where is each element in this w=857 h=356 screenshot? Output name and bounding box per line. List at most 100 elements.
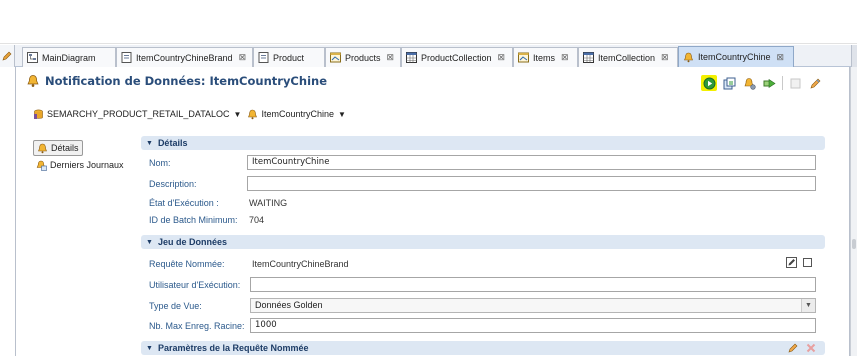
toolbar-separator xyxy=(782,76,783,90)
bell-icon xyxy=(684,52,693,62)
tab-maindiagram[interactable]: MainDiagram xyxy=(22,47,116,67)
breadcrumb: SEMARCHY_PRODUCT_RETAIL_DATALOC ▼ ItemCo… xyxy=(33,107,352,121)
vertical-scrollbar[interactable] xyxy=(850,67,857,356)
chevron-down-icon[interactable]: ▼ xyxy=(234,110,242,119)
edit-button[interactable] xyxy=(807,75,823,91)
section-title: Paramètres de la Requête Nommée xyxy=(157,343,309,353)
execution-state-value: WAITING xyxy=(249,198,288,208)
name-field[interactable]: ItemCountryChine xyxy=(247,155,816,170)
editor-title: Notification de Données: ItemCountryChin… xyxy=(26,72,327,90)
edit-icon xyxy=(810,78,820,88)
close-icon[interactable]: ⊠ xyxy=(561,52,569,63)
view-type-select[interactable]: Données Golden ▼ xyxy=(250,298,816,313)
entity-icon xyxy=(121,52,132,63)
clear-query-icon[interactable] xyxy=(803,258,812,267)
table-icon xyxy=(583,52,594,63)
close-icon[interactable]: ⊠ xyxy=(387,52,395,63)
collapse-arrow-icon[interactable]: ▼ xyxy=(146,345,153,352)
edit-query-icon[interactable] xyxy=(786,257,797,268)
scrollbar-thumb[interactable] xyxy=(852,239,856,249)
tab-product[interactable]: Product xyxy=(253,47,325,67)
edit-pencil-icon xyxy=(2,51,12,61)
notification-editor: Notification de Données: ItemCountryChin… xyxy=(15,67,850,356)
tab-productcollection[interactable]: ProductCollection ⊠ xyxy=(401,47,513,67)
editor-title-text: Notification de Données: ItemCountryChin… xyxy=(45,74,327,88)
tab-items[interactable]: Items ⊠ xyxy=(513,47,578,67)
top-blank-area xyxy=(0,0,857,44)
notification-settings-button[interactable] xyxy=(741,75,757,91)
forward-icon xyxy=(763,78,776,88)
tab-label: ItemCountryChine xyxy=(698,52,771,62)
section-header-dataset[interactable]: ▼ Jeu de Données xyxy=(141,235,825,249)
entity-icon xyxy=(258,52,269,63)
min-batch-id-value: 704 xyxy=(249,215,265,225)
nav-item-latest-logs[interactable]: Derniers Journaux xyxy=(33,157,133,173)
name-label: Nom: xyxy=(149,158,171,168)
export-icon xyxy=(723,77,735,89)
table-icon xyxy=(406,52,417,63)
chevron-down-icon[interactable]: ▼ xyxy=(338,110,346,119)
nav-item-details[interactable]: Détails xyxy=(33,140,83,156)
collapse-arrow-icon[interactable]: ▼ xyxy=(146,140,153,147)
section-nav: Détails Derniers Journaux xyxy=(33,140,133,174)
view-type-value: Données Golden xyxy=(255,300,323,310)
tab-label: MainDiagram xyxy=(42,52,96,63)
diagram-icon xyxy=(27,52,38,63)
tab-label: Product xyxy=(273,52,305,63)
bell-log-icon xyxy=(36,160,47,171)
tab-label: ItemCollection xyxy=(598,52,656,63)
description-label: Description: xyxy=(149,179,197,189)
add-param-button[interactable] xyxy=(787,342,799,354)
collection-icon xyxy=(518,52,529,63)
forward-button[interactable] xyxy=(761,75,777,91)
bell-icon xyxy=(38,143,47,153)
tab-label: Items xyxy=(533,52,556,63)
max-root-records-label: Nb. Max Enreg. Racine: xyxy=(149,321,245,331)
chevron-down-icon[interactable]: ▼ xyxy=(801,299,815,312)
close-icon[interactable]: ⊠ xyxy=(498,52,506,63)
tab-itemcountrychinebrand[interactable]: ItemCountryChineBrand ⊠ xyxy=(116,47,253,67)
section-header-query-params[interactable]: ▼ Paramètres de la Requête Nommée xyxy=(141,341,825,355)
named-query-value[interactable]: ItemCountryChineBrand xyxy=(252,259,349,269)
min-batch-id-label: ID de Batch Minimum: xyxy=(149,215,238,225)
delete-icon xyxy=(806,343,816,353)
tab-label: ProductCollection xyxy=(421,52,492,63)
export-button[interactable] xyxy=(721,75,737,91)
tab-label: Products xyxy=(345,52,381,63)
max-root-records-field[interactable]: 1000 xyxy=(250,318,816,333)
bell-icon xyxy=(27,75,39,87)
section-header-details[interactable]: ▼ Détails xyxy=(141,136,825,150)
section-title: Jeu de Données xyxy=(157,237,227,247)
tab-products[interactable]: Products ⊠ xyxy=(325,47,401,67)
run-button[interactable] xyxy=(701,75,717,91)
execution-user-label: Utilisateur d'Exécution: xyxy=(149,280,241,290)
collection-icon xyxy=(330,52,341,63)
nav-item-label: Derniers Journaux xyxy=(50,160,124,170)
close-icon[interactable]: ⊠ xyxy=(777,52,785,63)
run-icon xyxy=(703,77,715,89)
disabled-icon xyxy=(790,78,800,88)
right-panel-stub xyxy=(851,45,857,67)
section-title: Détails xyxy=(157,138,188,148)
edit-icon xyxy=(788,343,798,353)
bell-icon xyxy=(248,109,258,119)
tab-itemcountrychine[interactable]: ItemCountryChine ⊠ xyxy=(678,46,794,67)
bell-gear-icon xyxy=(744,77,756,90)
disabled-button[interactable] xyxy=(787,75,803,91)
named-query-label: Requête Nommée: xyxy=(149,259,225,269)
tab-label: ItemCountryChineBrand xyxy=(136,52,233,63)
view-type-label: Type de Vue: xyxy=(149,301,202,311)
delete-param-button[interactable] xyxy=(805,342,817,354)
tab-itemcollection[interactable]: ItemCollection ⊠ xyxy=(578,47,678,67)
close-icon[interactable]: ⊠ xyxy=(239,52,247,63)
breadcrumb-item[interactable]: ItemCountryChine xyxy=(261,109,334,119)
database-icon xyxy=(34,109,43,119)
description-field[interactable] xyxy=(247,176,816,191)
breadcrumb-dataloc[interactable]: SEMARCHY_PRODUCT_RETAIL_DATALOC xyxy=(47,109,230,119)
collapse-arrow-icon[interactable]: ▼ xyxy=(146,239,153,246)
execution-user-field[interactable] xyxy=(250,277,816,292)
editor-tab-strip: MainDiagram ItemCountryChineBrand ⊠ Prod… xyxy=(0,45,857,67)
editor-toolbar xyxy=(697,75,823,91)
close-icon[interactable]: ⊠ xyxy=(661,52,669,63)
left-panel-stub[interactable] xyxy=(0,45,15,67)
